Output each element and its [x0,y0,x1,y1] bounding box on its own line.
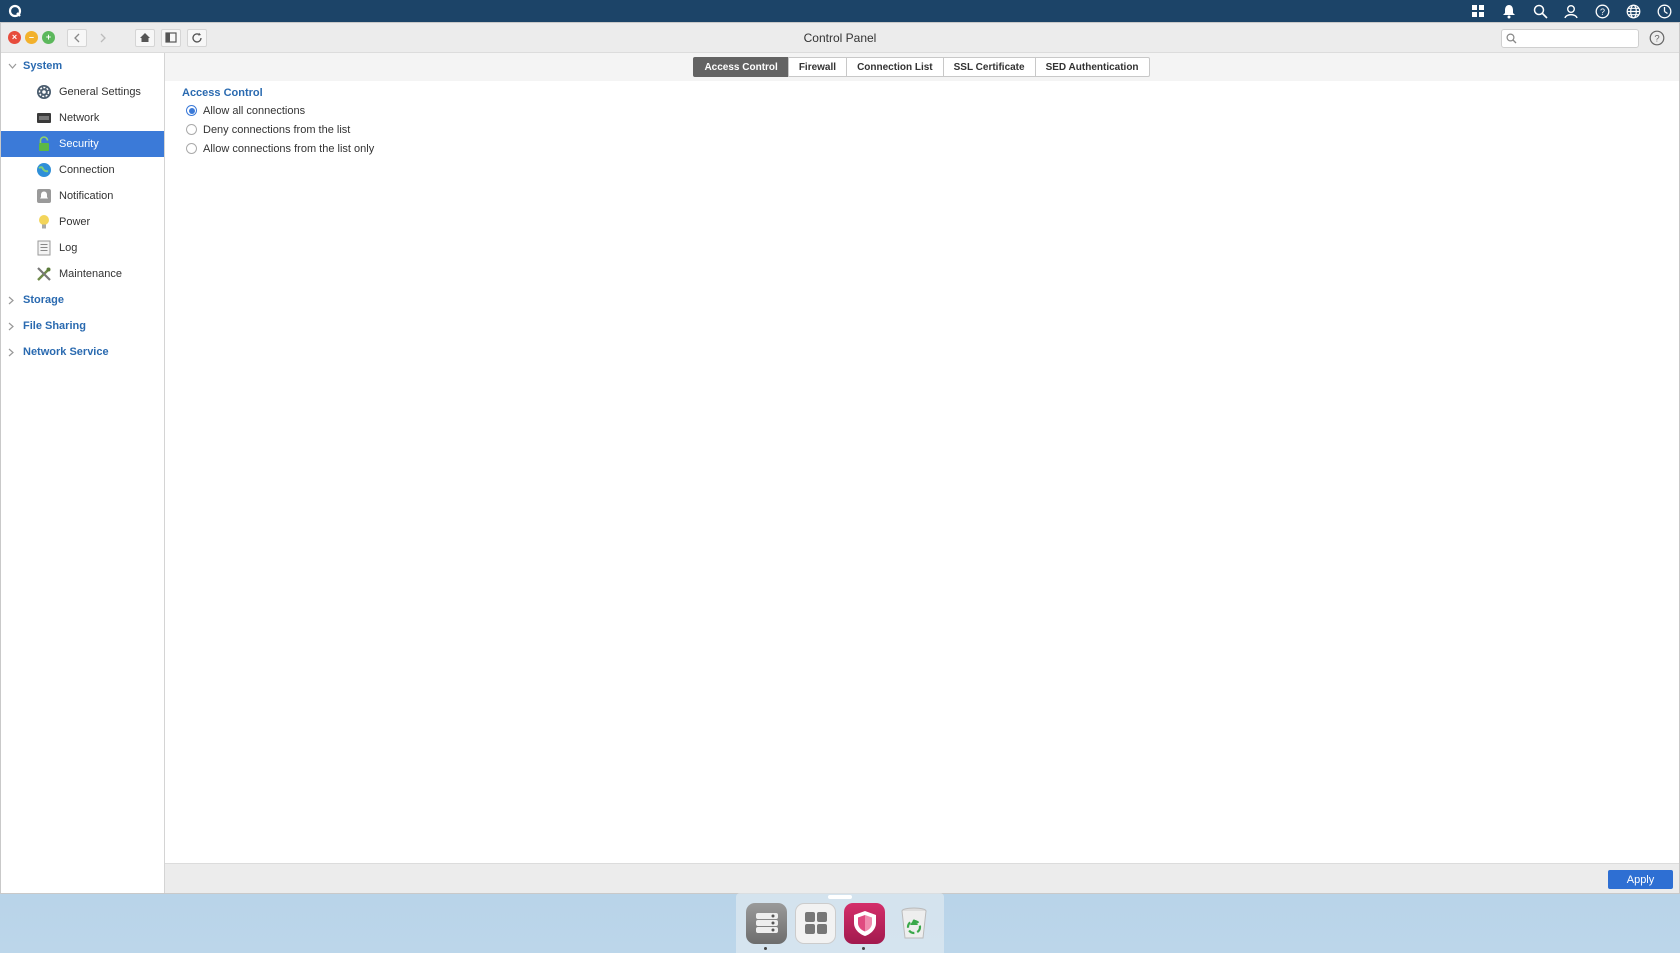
refresh-icon [192,32,202,43]
sidebar-item-label: Log [59,242,78,254]
globe-language-icon[interactable] [1623,1,1643,21]
radio-allow-list-only[interactable]: Allow connections from the list only [186,139,1679,158]
tab-sed-authentication[interactable]: SED Authentication [1034,57,1150,77]
network-icon [35,109,53,127]
chevron-right-icon [8,296,18,305]
dock-storage-manager-icon[interactable] [746,902,787,950]
apps-grid-icon[interactable] [1468,1,1488,21]
sidebar-item-label: Security [59,138,99,150]
dock-app-center-icon[interactable] [795,902,836,944]
toggle-sidebar-button[interactable] [161,28,181,47]
sidebar-item-power[interactable]: Power [1,209,164,235]
main-content: Access Control Firewall Connection List … [165,53,1679,863]
radio-button[interactable] [186,143,197,154]
sidebar-group-system[interactable]: System [1,53,164,79]
radio-deny-list[interactable]: Deny connections from the list [186,120,1679,139]
lock-icon [35,135,53,153]
sidebar-item-label: Notification [59,190,114,202]
close-window-button[interactable]: × [8,31,21,44]
maximize-window-button[interactable]: + [42,31,55,44]
tools-icon [35,265,53,283]
help-icon: ? [1649,30,1665,46]
minimize-window-button[interactable]: – [25,31,38,44]
radio-label: Allow connections from the list only [203,142,375,155]
dock-security-counselor-icon[interactable] [844,902,885,950]
lightbulb-icon [35,213,53,231]
sidebar-item-connection[interactable]: Connection [1,157,164,183]
chevron-left-icon [74,33,80,42]
search-field[interactable] [1501,29,1639,48]
dock [736,893,944,953]
notification-icon [35,187,53,205]
sidebar-group-label: System [23,60,63,72]
tab-ssl-certificate[interactable]: SSL Certificate [942,57,1036,77]
sidebar-item-network[interactable]: Network [1,105,164,131]
window-title: Control Panel [803,31,877,45]
tab-firewall[interactable]: Firewall [787,57,848,77]
home-button[interactable] [135,28,155,47]
search-input[interactable] [1521,32,1631,45]
window-titlebar: × – + Control Panel ? [1,23,1679,53]
chevron-down-icon [8,63,18,69]
sidebar-item-label: Power [59,216,91,228]
radio-label: Deny connections from the list [203,123,351,136]
chevron-right-icon [8,348,18,357]
sidebar-icon [165,32,177,43]
sidebar-item-label: Connection [59,164,115,176]
radio-button[interactable] [186,105,197,116]
sidebar-group-label: File Sharing [23,320,86,332]
gear-icon [35,83,53,101]
sidebar-item-label: Network [59,112,100,124]
sidebar-item-security[interactable]: Security [1,131,164,157]
sidebar-item-label: Maintenance [59,268,122,280]
footer-bar: Apply [165,863,1679,893]
tab-bar: Access Control Firewall Connection List … [165,53,1679,81]
bell-icon[interactable] [1499,1,1519,21]
help-icon[interactable]: ? [1592,1,1612,21]
sidebar-group-file-sharing[interactable]: File Sharing [1,313,164,339]
section-title: Access Control [182,87,263,99]
search-icon [1506,33,1517,44]
user-icon[interactable] [1561,1,1581,21]
tab-connection-list[interactable]: Connection List [846,57,944,77]
dock-handle[interactable] [828,895,852,899]
tab-access-control[interactable]: Access Control [693,57,789,77]
sidebar-item-label: General Settings [59,86,141,98]
radio-allow-all[interactable]: Allow all connections [186,101,1679,120]
home-icon [140,33,150,42]
svg-text:?: ? [1599,7,1604,17]
sidebar-group-label: Network Service [23,346,109,358]
refresh-button[interactable] [187,28,207,47]
search-icon[interactable] [1530,1,1550,21]
back-button[interactable] [67,28,87,47]
dock-recycle-bin-icon[interactable] [893,903,934,944]
qnap-logo-icon[interactable] [0,0,30,22]
sidebar-item-maintenance[interactable]: Maintenance [1,261,164,287]
sidebar-group-storage[interactable]: Storage [1,287,164,313]
apply-button[interactable]: Apply [1608,870,1673,889]
sidebar-group-network-service[interactable]: Network Service [1,339,164,365]
sidebar-group-label: Storage [23,294,64,306]
dashboard-icon[interactable] [1654,1,1674,21]
system-topbar: ? [0,0,1680,22]
control-panel-window: × – + Control Panel ? System General Set… [0,22,1680,894]
log-icon [35,239,53,257]
svg-text:?: ? [1654,34,1659,45]
forward-button[interactable] [93,29,113,47]
sidebar-item-general-settings[interactable]: General Settings [1,79,164,105]
window-help-button[interactable]: ? [1649,30,1665,46]
sidebar-item-log[interactable]: Log [1,235,164,261]
chevron-right-icon [100,33,106,42]
chevron-right-icon [8,322,18,331]
sidebar: System General Settings Network Security… [1,53,165,893]
radio-label: Allow all connections [203,104,306,117]
globe-icon [35,161,53,179]
radio-button[interactable] [186,124,197,135]
sidebar-item-notification[interactable]: Notification [1,183,164,209]
